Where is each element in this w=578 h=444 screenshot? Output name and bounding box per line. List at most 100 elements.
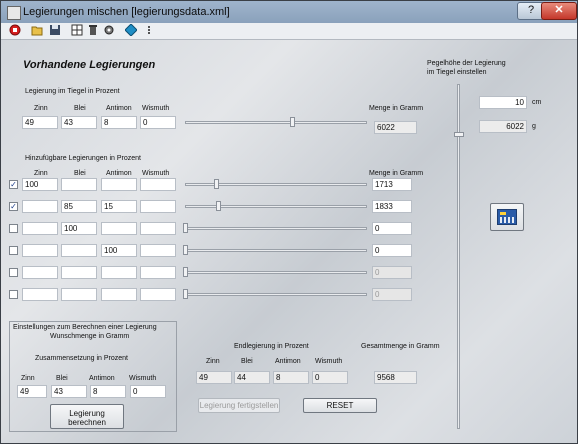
- grid-icon[interactable]: [71, 24, 83, 36]
- slider-track: [185, 293, 367, 296]
- calculate-alloy-button[interactable]: Legierung berechnen: [50, 404, 124, 429]
- save-icon[interactable]: [49, 24, 61, 36]
- reset-button[interactable]: RESET: [303, 398, 377, 413]
- addable-row-checkbox[interactable]: [9, 246, 18, 255]
- addable-row-blei-field[interactable]: 100: [61, 222, 97, 235]
- addable-row-slider[interactable]: [185, 178, 367, 190]
- addable-row-slider[interactable]: [183, 266, 367, 278]
- settings-composition-label: Zusammensetzung in Prozent: [35, 355, 128, 362]
- addable-row-zinn-field[interactable]: [22, 288, 58, 301]
- crucible-col-antimon: Antimon: [106, 105, 132, 112]
- addable-row-wismuth-field[interactable]: [140, 178, 176, 191]
- addable-col-antimon: Antimon: [106, 170, 132, 177]
- addable-row-blei-field[interactable]: [61, 288, 97, 301]
- settings-col-wismuth: Wismuth: [129, 375, 157, 382]
- settings-icon[interactable]: [103, 24, 115, 36]
- close-button[interactable]: ✕: [541, 2, 577, 20]
- crucible-label: Legierung im Tiegel in Prozent: [25, 88, 120, 95]
- title-bar: Legierungen mischen [legierungsdata.xml]…: [1, 1, 577, 23]
- settings-zinn-field[interactable]: 49: [17, 385, 47, 398]
- addable-row-wismuth-field[interactable]: [140, 244, 176, 257]
- diamond-icon[interactable]: [124, 23, 138, 37]
- delete-icon[interactable]: [87, 24, 99, 36]
- slider-thumb[interactable]: [183, 223, 188, 233]
- addable-row-wismuth-field[interactable]: [140, 288, 176, 301]
- calculate-alloy-line1: Legierung: [69, 409, 105, 418]
- addable-row-checkbox[interactable]: [9, 268, 18, 277]
- addable-row-checkbox[interactable]: [9, 290, 18, 299]
- addable-row-zinn-field[interactable]: [22, 266, 58, 279]
- crucible-mass-field[interactable]: 6022: [374, 121, 417, 134]
- fill-slider-thumb[interactable]: [454, 131, 464, 137]
- addable-row-antimon-field[interactable]: [101, 178, 137, 191]
- addable-row-antimon-field[interactable]: 100: [101, 244, 137, 257]
- result-zinn-field: 49: [196, 371, 232, 384]
- addable-row-slider[interactable]: [183, 288, 367, 300]
- addable-row-wismuth-field[interactable]: [140, 222, 176, 235]
- addable-row-zinn-field[interactable]: [22, 222, 58, 235]
- addable-row-mass-field[interactable]: 1713: [372, 178, 412, 191]
- addable-row-wismuth-field[interactable]: [140, 266, 176, 279]
- settings-line2: Wunschmenge in Gramm: [50, 333, 130, 340]
- addable-row-slider[interactable]: [183, 244, 367, 256]
- crucible-wismuth-field[interactable]: 0: [140, 116, 176, 129]
- slider-track: [185, 271, 367, 274]
- settings-col-zinn: Zinn: [21, 375, 35, 382]
- slider-thumb[interactable]: [213, 179, 219, 189]
- addable-row-antimon-field[interactable]: 15: [101, 200, 137, 213]
- stop-icon[interactable]: [9, 24, 21, 36]
- more-icon[interactable]: [143, 24, 155, 36]
- calculate-alloy-line2: berechnen: [68, 418, 106, 427]
- calculator-button[interactable]: [490, 203, 524, 231]
- settings-antimon-field[interactable]: 8: [90, 385, 126, 398]
- crucible-blei-field[interactable]: 43: [61, 116, 97, 129]
- addable-row-mass-field[interactable]: 1833: [372, 200, 412, 213]
- slider-thumb[interactable]: [183, 289, 188, 299]
- fill-weight-field[interactable]: 6022: [479, 120, 527, 133]
- addable-row-antimon-field[interactable]: [101, 266, 137, 279]
- open-folder-icon[interactable]: [31, 24, 43, 36]
- settings-blei-field[interactable]: 43: [51, 385, 87, 398]
- addable-row-mass-field: 0: [372, 288, 412, 301]
- addable-row-wismuth-field[interactable]: [140, 200, 176, 213]
- fill-height-field[interactable]: 10: [479, 96, 527, 109]
- result-col-wismuth: Wismuth: [315, 358, 343, 365]
- crucible-antimon-field[interactable]: 8: [101, 116, 137, 129]
- addable-row-mass-field[interactable]: 0: [372, 244, 412, 257]
- addable-row-blei-field[interactable]: 85: [61, 200, 97, 213]
- settings-wismuth-field[interactable]: 0: [130, 385, 166, 398]
- crucible-slider[interactable]: [185, 116, 367, 128]
- result-col-blei: Blei: [241, 358, 253, 365]
- toolbar: [1, 23, 577, 40]
- addable-row-blei-field[interactable]: [61, 266, 97, 279]
- addable-row-blei-field[interactable]: [61, 244, 97, 257]
- addable-row-slider[interactable]: [185, 200, 367, 212]
- total-mass-label: Gesamtmenge in Gramm: [361, 343, 440, 350]
- finish-alloy-button[interactable]: Legierung fertigstellen: [198, 398, 280, 413]
- main-window: Legierungen mischen [legierungsdata.xml]…: [0, 0, 578, 444]
- result-antimon-field: 8: [273, 371, 309, 384]
- slider-thumb[interactable]: [290, 117, 296, 127]
- fill-weight-unit: g: [532, 123, 536, 130]
- addable-col-blei: Blei: [74, 170, 86, 177]
- addable-row-checkbox[interactable]: ✓: [9, 180, 18, 189]
- addable-row-antimon-field[interactable]: [101, 222, 137, 235]
- slider-thumb[interactable]: [183, 267, 188, 277]
- client-area: Vorhandene Legierungen Legierung im Tieg…: [1, 40, 577, 443]
- addable-row-blei-field[interactable]: [61, 178, 97, 191]
- addable-row-zinn-field[interactable]: [22, 200, 58, 213]
- addable-row-checkbox[interactable]: ✓: [9, 202, 18, 211]
- result-label: Endlegierung in Prozent: [234, 343, 309, 350]
- addable-row-zinn-field[interactable]: 100: [22, 178, 58, 191]
- addable-row-mass-field[interactable]: 0: [372, 222, 412, 235]
- slider-thumb[interactable]: [183, 245, 188, 255]
- addable-col-wismuth: Wismuth: [142, 170, 170, 177]
- fill-level-slider[interactable]: [453, 84, 465, 429]
- crucible-zinn-field[interactable]: 49: [22, 116, 58, 129]
- addable-row-checkbox[interactable]: [9, 224, 18, 233]
- addable-row-slider[interactable]: [183, 222, 367, 234]
- slider-thumb[interactable]: [215, 201, 221, 211]
- addable-row-zinn-field[interactable]: [22, 244, 58, 257]
- addable-row-antimon-field[interactable]: [101, 288, 137, 301]
- result-blei-field: 44: [234, 371, 270, 384]
